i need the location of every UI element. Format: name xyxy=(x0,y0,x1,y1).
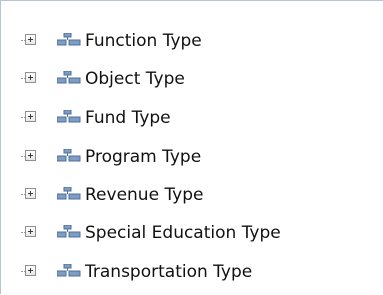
hierarchy-icon xyxy=(57,33,81,46)
tree-item-program-type[interactable]: Program Type xyxy=(1,145,361,169)
tree-item-fund-type[interactable]: Fund Type xyxy=(1,106,361,130)
tree-view: Function Type Object Type Fund Type Prog… xyxy=(1,1,383,295)
tree-item-object-type[interactable]: Object Type xyxy=(1,67,361,91)
tree-item-label: Program Type xyxy=(85,147,202,167)
expand-plus-icon[interactable] xyxy=(25,111,36,122)
tree-panel: Function Type Object Type Fund Type Prog… xyxy=(0,0,383,294)
hierarchy-icon xyxy=(57,225,81,238)
expand-plus-icon[interactable] xyxy=(25,265,36,276)
tree-item-label: Function Type xyxy=(85,31,202,51)
expand-plus-icon[interactable] xyxy=(25,34,36,45)
tree-item-label: Fund Type xyxy=(85,108,171,128)
hierarchy-icon xyxy=(57,110,81,123)
tree-item-special-education-type[interactable]: Special Education Type xyxy=(1,221,361,245)
hierarchy-icon xyxy=(57,264,81,277)
hierarchy-icon xyxy=(57,71,81,84)
tree-item-function-type[interactable]: Function Type xyxy=(1,29,361,53)
hierarchy-icon xyxy=(57,187,81,200)
tree-item-label: Special Education Type xyxy=(85,223,281,243)
tree-item-revenue-type[interactable]: Revenue Type xyxy=(1,183,361,207)
expand-plus-icon[interactable] xyxy=(25,226,36,237)
tree-item-label: Object Type xyxy=(85,69,185,89)
expand-plus-icon[interactable] xyxy=(25,188,36,199)
tree-item-label: Revenue Type xyxy=(85,185,204,205)
expand-plus-icon[interactable] xyxy=(25,150,36,161)
tree-item-label: Transportation Type xyxy=(85,262,253,282)
tree-item-transportation-type[interactable]: Transportation Type xyxy=(1,260,361,284)
expand-plus-icon[interactable] xyxy=(25,72,36,83)
hierarchy-icon xyxy=(57,149,81,162)
